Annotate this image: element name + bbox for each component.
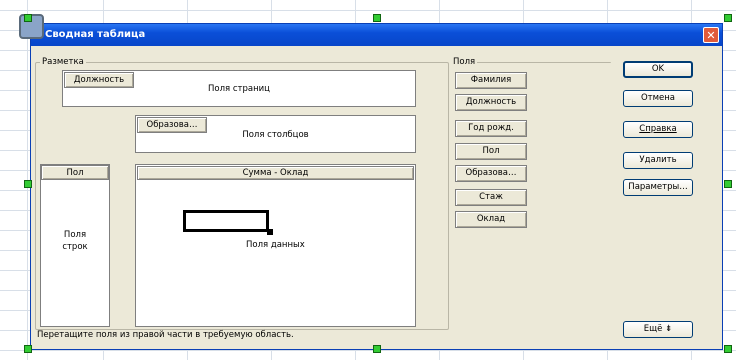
more-button[interactable]: Ещё ⇟: [623, 321, 693, 338]
drag-selection-corner: [267, 229, 273, 235]
field-salary-button[interactable]: Оклад: [455, 211, 527, 228]
row-fields-area[interactable]: Поля строк: [40, 164, 110, 327]
row-field-gender-button[interactable]: Пол: [41, 165, 109, 180]
resize-handle-top-center[interactable]: [373, 14, 381, 22]
field-gender-button[interactable]: Пол: [455, 143, 527, 160]
options-button[interactable]: Параметры…: [623, 179, 693, 196]
data-fields-label: Поля данных: [246, 240, 305, 250]
field-education-button[interactable]: Образова…: [455, 165, 527, 182]
delete-button[interactable]: Удалить: [623, 152, 693, 169]
dialog-title: Сводная таблица: [45, 29, 146, 40]
column-field-education-button[interactable]: Образова…: [137, 117, 207, 133]
row-fields-label-line2: строк: [62, 242, 88, 252]
drag-selection-rectangle: [183, 210, 269, 232]
cancel-button[interactable]: Отмена: [623, 90, 693, 107]
field-birth-year-button[interactable]: Год рожд.: [455, 120, 527, 137]
layout-group-label: Разметка: [40, 57, 86, 67]
status-hint: Перетащите поля из правой части в требуе…: [37, 330, 294, 340]
resize-handle-top-right[interactable]: [724, 14, 732, 22]
field-position-button[interactable]: Должность: [455, 94, 527, 111]
resize-handle-bottom-left[interactable]: [24, 345, 32, 353]
data-field-sum-salary-button[interactable]: Сумма - Оклад: [137, 166, 414, 180]
page-field-doljnost-button[interactable]: Должность: [64, 72, 134, 88]
data-fields-area[interactable]: Поля данных: [135, 164, 416, 327]
resize-handle-top-left[interactable]: [24, 14, 32, 22]
title-bar[interactable]: Сводная таблица ✕: [31, 24, 722, 46]
resize-handle-middle-right[interactable]: [724, 180, 732, 188]
resize-handle-bottom-right[interactable]: [724, 345, 732, 353]
fields-groupbox: Поля: [451, 57, 611, 67]
ok-button[interactable]: OK: [623, 61, 693, 78]
help-button[interactable]: Справка: [623, 121, 693, 138]
field-surname-button[interactable]: Фамилия: [455, 72, 527, 89]
resize-handle-middle-left[interactable]: [24, 180, 32, 188]
resize-handle-bottom-center[interactable]: [373, 345, 381, 353]
field-experience-button[interactable]: Стаж: [455, 189, 527, 206]
row-fields-label-line1: Поля: [63, 230, 87, 240]
close-icon[interactable]: ✕: [703, 27, 719, 43]
pivot-table-dialog: Сводная таблица ✕ Разметка Поля страниц …: [30, 23, 723, 350]
fields-group-label: Поля: [451, 57, 478, 67]
